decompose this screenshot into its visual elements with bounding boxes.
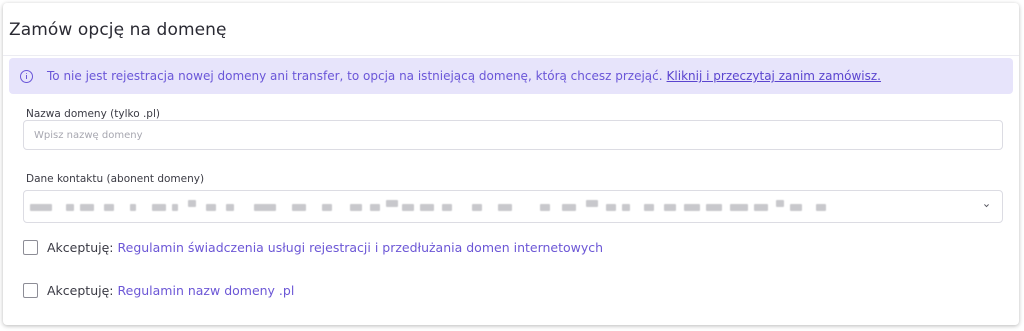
info-icon <box>20 69 33 83</box>
domain-name-label: Nazwa domeny (tylko .pl) <box>26 108 160 120</box>
accept-service-terms-row: Akceptuję: Regulamin świadczenia usługi … <box>23 240 603 255</box>
alert-text: To nie jest rejestracja nowej domeny ani… <box>47 69 881 83</box>
page-title: Zamów opcję na domenę <box>9 20 227 40</box>
service-terms-link[interactable]: Regulamin świadczenia usługi rejestracji… <box>118 240 604 255</box>
accept-domain-names-row: Akceptuję: Regulamin nazw domeny .pl <box>23 283 294 298</box>
domain-names-terms-link[interactable]: Regulamin nazw domeny .pl <box>118 283 295 298</box>
read-before-order-link[interactable]: Kliknij i przeczytaj zanim zamówisz. <box>667 69 881 83</box>
domain-name-field[interactable] <box>23 120 1003 150</box>
accept-domain-names-checkbox[interactable] <box>23 283 38 298</box>
domain-name-input[interactable] <box>24 121 1002 149</box>
chevron-down-icon[interactable] <box>983 202 990 209</box>
accept-prefix-label: Akceptuję: <box>47 283 114 298</box>
accept-prefix-label: Akceptuję: <box>47 240 114 255</box>
accept-service-terms-checkbox[interactable] <box>23 240 38 255</box>
contact-selected-value-redacted <box>30 200 930 212</box>
contact-label: Dane kontaktu (abonent domeny) <box>26 173 205 185</box>
info-alert: To nie jest rejestracja nowej domeny ani… <box>9 58 1013 94</box>
title-divider <box>3 55 1019 56</box>
domain-option-card: Zamów opcję na domenę To nie jest rejest… <box>3 3 1019 325</box>
contact-select[interactable] <box>23 190 1003 223</box>
